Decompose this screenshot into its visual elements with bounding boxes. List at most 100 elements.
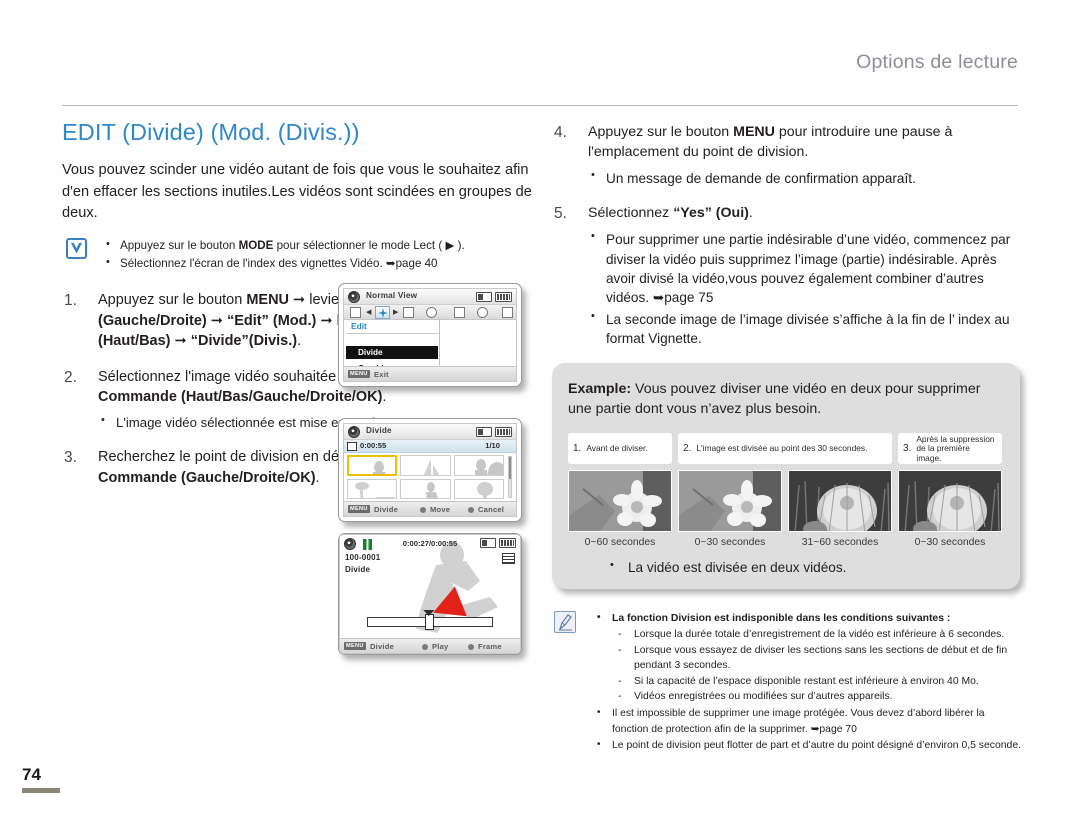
menu-key-badge: MENU (348, 370, 370, 378)
example-caption-text: Après la suppression de la première imag… (916, 433, 995, 463)
caution-item: Il est impossible de supprimer une image… (594, 705, 1022, 737)
thumbnail-cell[interactable] (347, 478, 398, 499)
cancel-key-icon (468, 507, 474, 513)
list-item: La seconde image de l’image divisée s’af… (588, 309, 1022, 349)
storage-card-icon (480, 538, 496, 548)
playback-mode-icon (348, 291, 360, 303)
caution-text: La fonction Division est indisponible da… (612, 613, 951, 625)
right-steps-list: 4. Appuyez sur le bouton MENU pour intro… (552, 122, 1022, 348)
thumbnail-caption: 0~60 secondes (584, 537, 656, 549)
thumbnail-cell[interactable] (453, 455, 504, 476)
page-header: Options de lecture (0, 0, 1080, 108)
section-title: EDIT (Divide) (Mod. (Divis.)) (62, 119, 360, 145)
example-column: 1. Avant de diviser. (568, 433, 672, 465)
tab-protect-icon[interactable] (477, 307, 488, 318)
battery-icon (495, 427, 512, 437)
example-caption-text: Avant de diviser. (586, 443, 648, 454)
camera-footer-label-frame: Frame (478, 642, 502, 651)
camera-info-bar: 0:00:55 1/10 (344, 440, 516, 453)
tab-copy-icon[interactable] (502, 307, 513, 318)
thumbnail-caption: 0~30 secondes (694, 537, 766, 549)
example-step-number: 2. (683, 443, 692, 455)
camera-title-bar: Normal View (344, 289, 516, 305)
note-pencil-icon (554, 611, 576, 634)
example-thumbnail-cell: 0~30 secondes (678, 470, 782, 548)
camera-menu-panel: Edit Divide Combine (344, 320, 440, 373)
camera-screen-inner: Normal View ◀ ▶ Edit Divide Combine (343, 288, 517, 382)
battery-icon (499, 538, 516, 548)
tab-settings-icon[interactable] (426, 307, 437, 318)
camera-menu-header: Edit (351, 321, 367, 331)
tab-share-icon[interactable] (454, 307, 465, 318)
page-number-block: 74 (22, 766, 92, 793)
step-text: Appuyez sur le bouton MENU pour introdui… (588, 124, 953, 161)
section-intro: Vous pouvez scinder une vidéo autant de … (62, 162, 532, 222)
step-number: 2. (64, 368, 77, 386)
thumbnail-image-cactus (788, 470, 892, 533)
division-point-handle[interactable] (424, 614, 434, 630)
tab-file-icon[interactable] (403, 307, 414, 318)
thumbnail-image-flower (568, 470, 672, 533)
camera-menu-divider (346, 333, 438, 334)
example-result-note: La vidéo est divisée en deux vidéos. (568, 559, 1004, 575)
example-caption-box: 2. L'image est divisée au point des 30 s… (678, 433, 892, 465)
camera-screen-inner: 0:00:27/0:00:55 100-0001 Divide MENU Div… (339, 534, 521, 654)
tab-edit-icon[interactable] (375, 306, 390, 319)
step-number: 4. (554, 124, 567, 141)
prerequisite-note: Appuyez sur le bouton MODE pour sélectio… (62, 236, 532, 273)
list-item: Un message de demande de confirmation ap… (588, 168, 1022, 188)
thumbnail-scrollbar[interactable] (508, 456, 512, 498)
list-item: Lorsque vous essayez de diviser les sect… (612, 643, 1022, 674)
camera-screen-menu: Normal View ◀ ▶ Edit Divide Combine (338, 283, 522, 387)
clip-counter: 1/10 (485, 441, 500, 450)
caution-list: La fonction Division est indisponible da… (594, 610, 1022, 754)
list-item: Pour supprimer une partie indésirable d’… (588, 229, 1022, 307)
example-caption-text: L'image est divisée au point des 30 seco… (696, 443, 868, 454)
example-step-number: 1. (573, 443, 582, 455)
clip-duration: 0:00:55 (360, 441, 387, 450)
page-number: 74 (22, 765, 41, 784)
thumbnail-cell[interactable] (453, 478, 504, 499)
tab-prev-arrow-icon[interactable]: ◀ (366, 309, 371, 316)
camera-screen-play: 0:00:27/0:00:55 100-0001 Divide MENU Div… (338, 533, 522, 655)
list-item: Sélectionnez l'écran de l'index des vign… (104, 254, 532, 273)
list-item: Vidéos enregistrées ou modifiées sur d’a… (612, 689, 1022, 705)
menu-key-badge: MENU (344, 642, 366, 650)
camera-screen-title: Normal View (366, 291, 418, 300)
example-thumbnail-cell: 0~60 secondes (568, 470, 672, 548)
player-background-silhouette (416, 542, 498, 633)
step-item: 5. Sélectionnez “Yes” (Oui). Pour suppri… (552, 203, 1022, 348)
menu-key-badge: MENU (348, 505, 370, 513)
example-step-number: 3. (903, 443, 912, 455)
right-column: 4. Appuyez sur le bouton MENU pour intro… (552, 122, 1022, 755)
camera-title-bar: Divide (344, 424, 516, 440)
video-quality-icon (502, 553, 515, 564)
camera-footer-label-exit: Exit (374, 370, 389, 379)
tab-thumbnail-icon[interactable] (350, 307, 361, 318)
header-divider (62, 105, 1018, 106)
camera-tab-bar: ◀ ▶ (344, 305, 516, 320)
thumbnail-cell[interactable] (400, 455, 451, 476)
step-sub-list: Un message de demande de confirmation ap… (588, 168, 1022, 188)
camera-footer-label-divide: Divide (370, 642, 394, 651)
example-caption-box: 1. Avant de diviser. (568, 433, 672, 465)
tab-next-arrow-icon[interactable]: ▶ (393, 309, 398, 316)
caution-item: La fonction Division est indisponible da… (594, 610, 1022, 705)
thumbnail-cell[interactable] (400, 478, 451, 499)
playback-mode-icon (348, 426, 360, 438)
step-number: 5. (554, 205, 567, 223)
step-item: 4. Appuyez sur le bouton MENU pour intro… (552, 122, 1022, 188)
caution-item: Le point de division peut flotter de par… (594, 737, 1022, 754)
camera-screen-index: Divide 0:00:55 1/10 MENU Divide Move Can… (338, 418, 522, 522)
example-column: 3. Après la suppression de la première i… (898, 433, 1002, 465)
video-clip-icon (347, 442, 357, 451)
battery-icon (495, 292, 512, 302)
camera-bottom-bar: MENU Divide Play Frame (340, 638, 520, 653)
camera-footer-label-cancel: Cancel (478, 505, 505, 514)
camera-menu-item-divide[interactable]: Divide (346, 346, 438, 359)
example-thumbnail-cell: 31~60 secondes (788, 470, 892, 548)
thumbnail-cell-selected[interactable] (347, 455, 398, 476)
camera-footer-label-play: Play (432, 642, 449, 651)
page-header-title: Options de lecture (856, 51, 1018, 73)
camera-footer-label-divide: Divide (374, 505, 398, 514)
